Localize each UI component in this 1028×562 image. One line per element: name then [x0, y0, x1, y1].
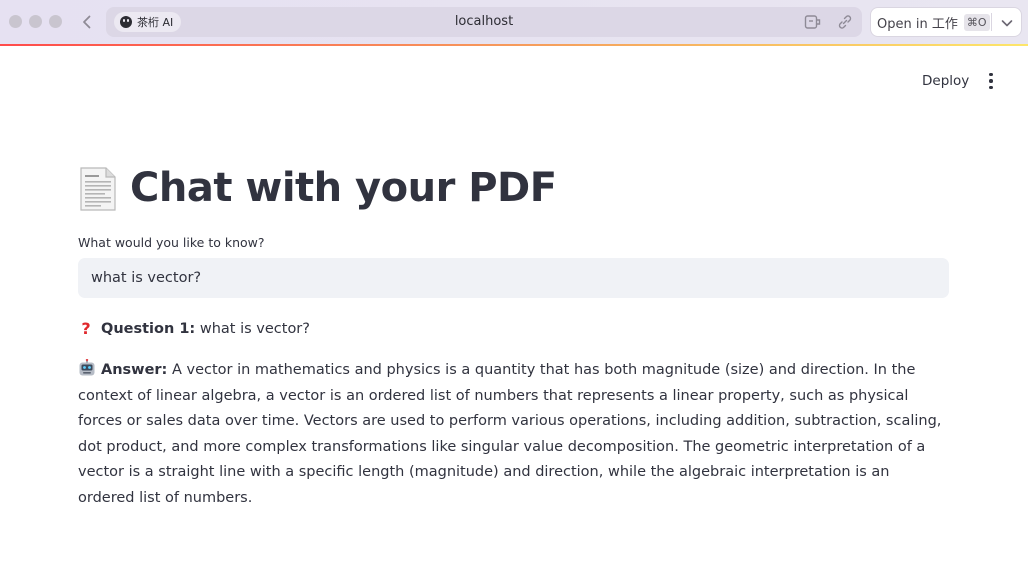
deploy-button[interactable]: Deploy	[910, 68, 981, 94]
question-text: what is vector?	[195, 321, 310, 337]
profile-face-icon	[120, 16, 132, 28]
profile-chip[interactable]: 茶桁 AI	[114, 12, 182, 32]
question-input[interactable]	[78, 258, 949, 298]
question-input-label: What would you like to know?	[78, 235, 265, 250]
chevron-down-icon[interactable]	[999, 15, 1015, 31]
address-bar[interactable]: localhost 茶桁 AI	[106, 7, 862, 37]
window-close-button[interactable]	[9, 15, 22, 28]
chevron-left-icon	[83, 15, 91, 29]
browser-toolbar: localhost 茶桁 AI Open in 工作 ⌘O	[0, 0, 1028, 44]
robot-face-icon	[79, 359, 95, 376]
open-in-button[interactable]: Open in 工作 ⌘O	[870, 7, 1022, 37]
link-icon[interactable]	[836, 14, 854, 30]
question-line: ? Question 1: what is vector?	[78, 318, 949, 340]
page-title: Chat with your PDF	[130, 165, 557, 211]
url-text[interactable]: localhost	[106, 7, 862, 37]
window-zoom-button[interactable]	[49, 15, 62, 28]
main-content: Chat with your PDF What would you like t…	[78, 158, 949, 512]
page-facing-up-icon	[80, 167, 116, 211]
extension-icon[interactable]	[804, 14, 822, 30]
window-minimize-button[interactable]	[29, 15, 42, 28]
app-decoration-bar	[0, 44, 1028, 46]
page-title-row: Chat with your PDF	[78, 158, 949, 218]
red-question-mark-icon: ?	[81, 319, 91, 338]
more-vertical-icon[interactable]	[980, 70, 1002, 92]
open-in-shortcut: ⌘O	[963, 13, 990, 31]
answer-label: Answer:	[101, 362, 168, 378]
profile-label: 茶桁 AI	[137, 16, 174, 29]
back-button[interactable]	[78, 12, 96, 32]
answer-text: A vector in mathematics and physics is a…	[78, 362, 942, 506]
answer-block: Answer: A vector in mathematics and phys…	[78, 358, 949, 512]
open-in-divider	[991, 13, 992, 31]
question-label: Question 1:	[101, 321, 196, 337]
open-in-label: Open in 工作	[877, 16, 958, 32]
